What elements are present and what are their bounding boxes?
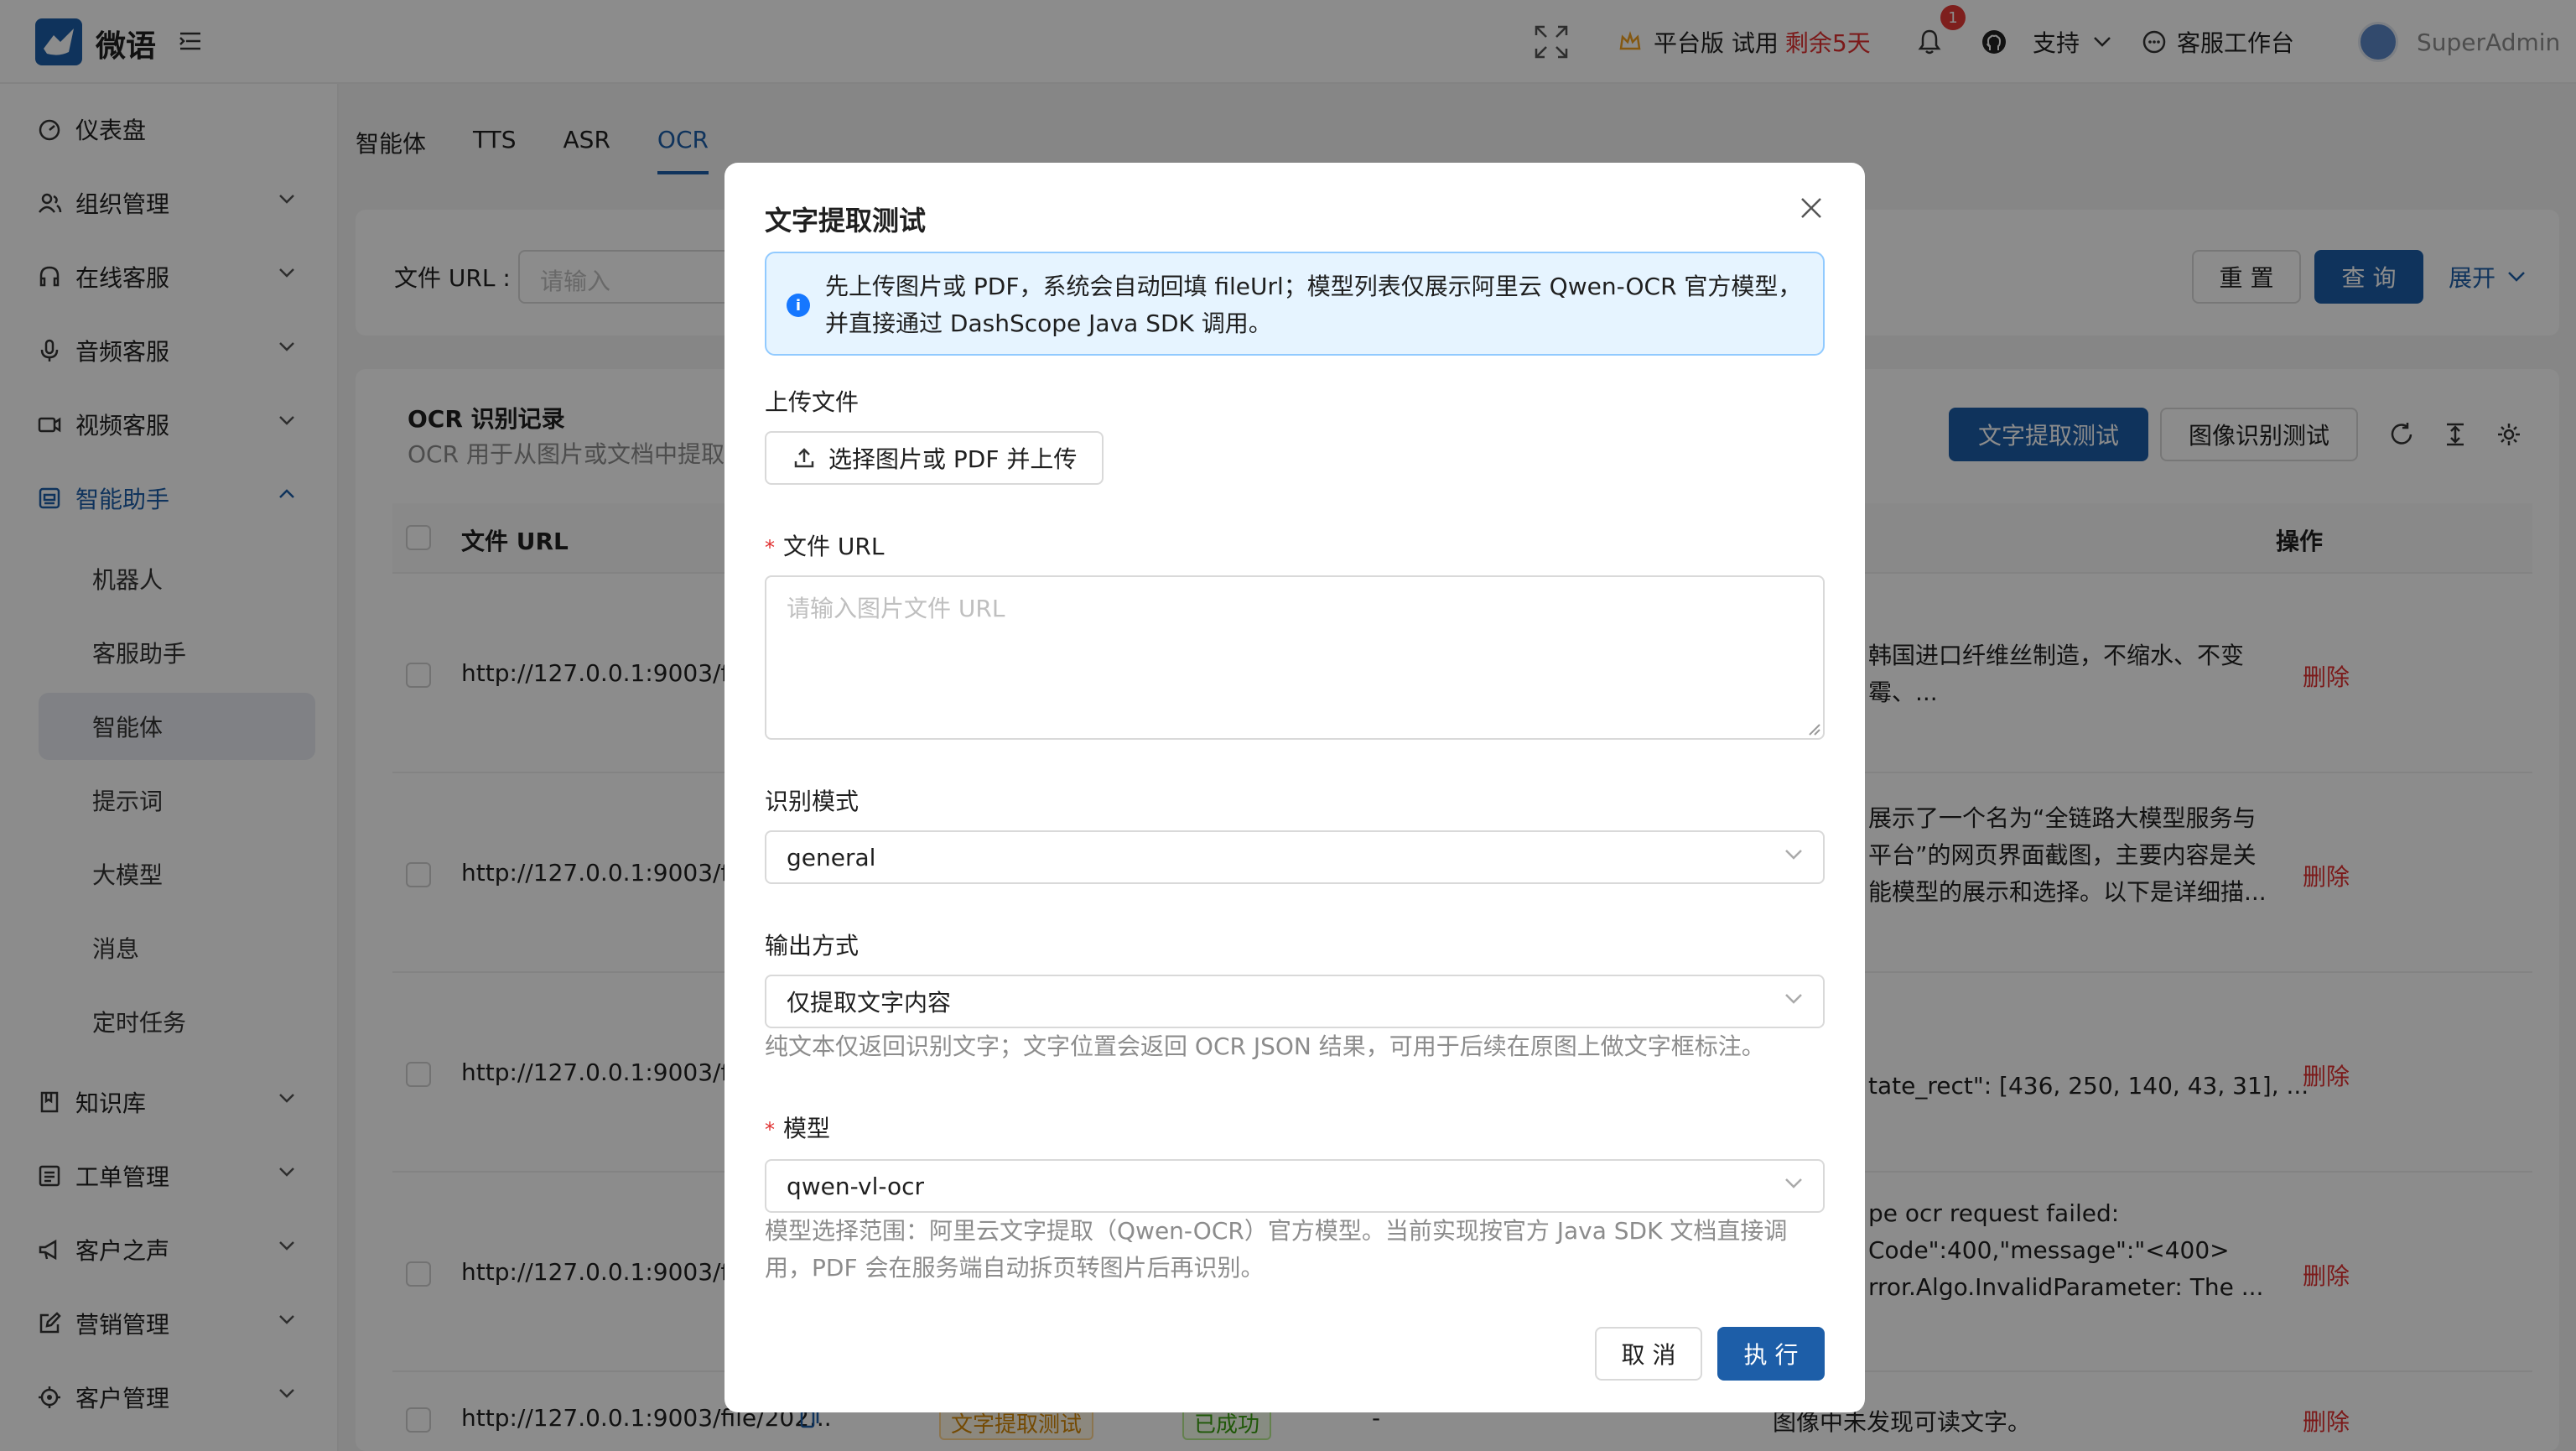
output-help-text: 纯文本仅返回识别文字；文字位置会返回 OCR JSON 结果，可用于后续在原图上…	[765, 1032, 1765, 1060]
required-mark: *	[765, 1118, 775, 1142]
resize-handle-icon[interactable]	[1808, 723, 1821, 736]
model-select-value: qwen-vl-ocr	[787, 1172, 925, 1200]
cancel-button[interactable]: 取 消	[1595, 1327, 1702, 1381]
model-label: * 模型	[765, 1110, 830, 1144]
upload-icon	[793, 447, 815, 469]
chevron-down-icon	[1784, 1178, 1803, 1189]
output-select[interactable]: 仅提取文字内容	[765, 975, 1825, 1028]
file-url-textarea[interactable]: 请输入图片文件 URL	[765, 575, 1825, 740]
execute-button[interactable]: 执 行	[1717, 1327, 1825, 1381]
text-extract-modal: 文字提取测试 i 先上传图片或 PDF，系统会自动回填 fileUrl；模型列表…	[724, 163, 1865, 1412]
file-url-label-text: 文件 URL	[783, 533, 885, 560]
chevron-down-icon	[1784, 993, 1803, 1005]
info-alert: i 先上传图片或 PDF，系统会自动回填 fileUrl；模型列表仅展示阿里云 …	[765, 252, 1825, 356]
output-select-value: 仅提取文字内容	[787, 989, 952, 1017]
model-select[interactable]: qwen-vl-ocr	[765, 1159, 1825, 1213]
model-help-text: 模型选择范围：阿里云文字提取（Qwen-OCR）官方模型。当前实现按官方 Jav…	[765, 1217, 1788, 1282]
mode-select[interactable]: general	[765, 830, 1825, 884]
required-mark: *	[765, 536, 775, 559]
upload-button-label: 选择图片或 PDF 并上传	[828, 445, 1078, 473]
modal-title: 文字提取测试	[765, 205, 927, 237]
output-label: 输出方式	[765, 932, 860, 960]
upload-file-button[interactable]: 选择图片或 PDF 并上传	[765, 431, 1104, 485]
chevron-down-icon	[1784, 849, 1803, 861]
upload-label: 上传文件	[765, 388, 860, 416]
mode-label: 识别模式	[765, 788, 860, 815]
file-url-label: * 文件 URL	[765, 528, 884, 562]
info-icon: i	[787, 294, 810, 317]
mode-select-value: general	[787, 843, 876, 871]
model-label-text: 模型	[783, 1115, 831, 1142]
close-icon[interactable]	[1800, 196, 1823, 220]
alert-text: 先上传图片或 PDF，系统会自动回填 fileUrl；模型列表仅展示阿里云 Qw…	[825, 273, 1802, 337]
